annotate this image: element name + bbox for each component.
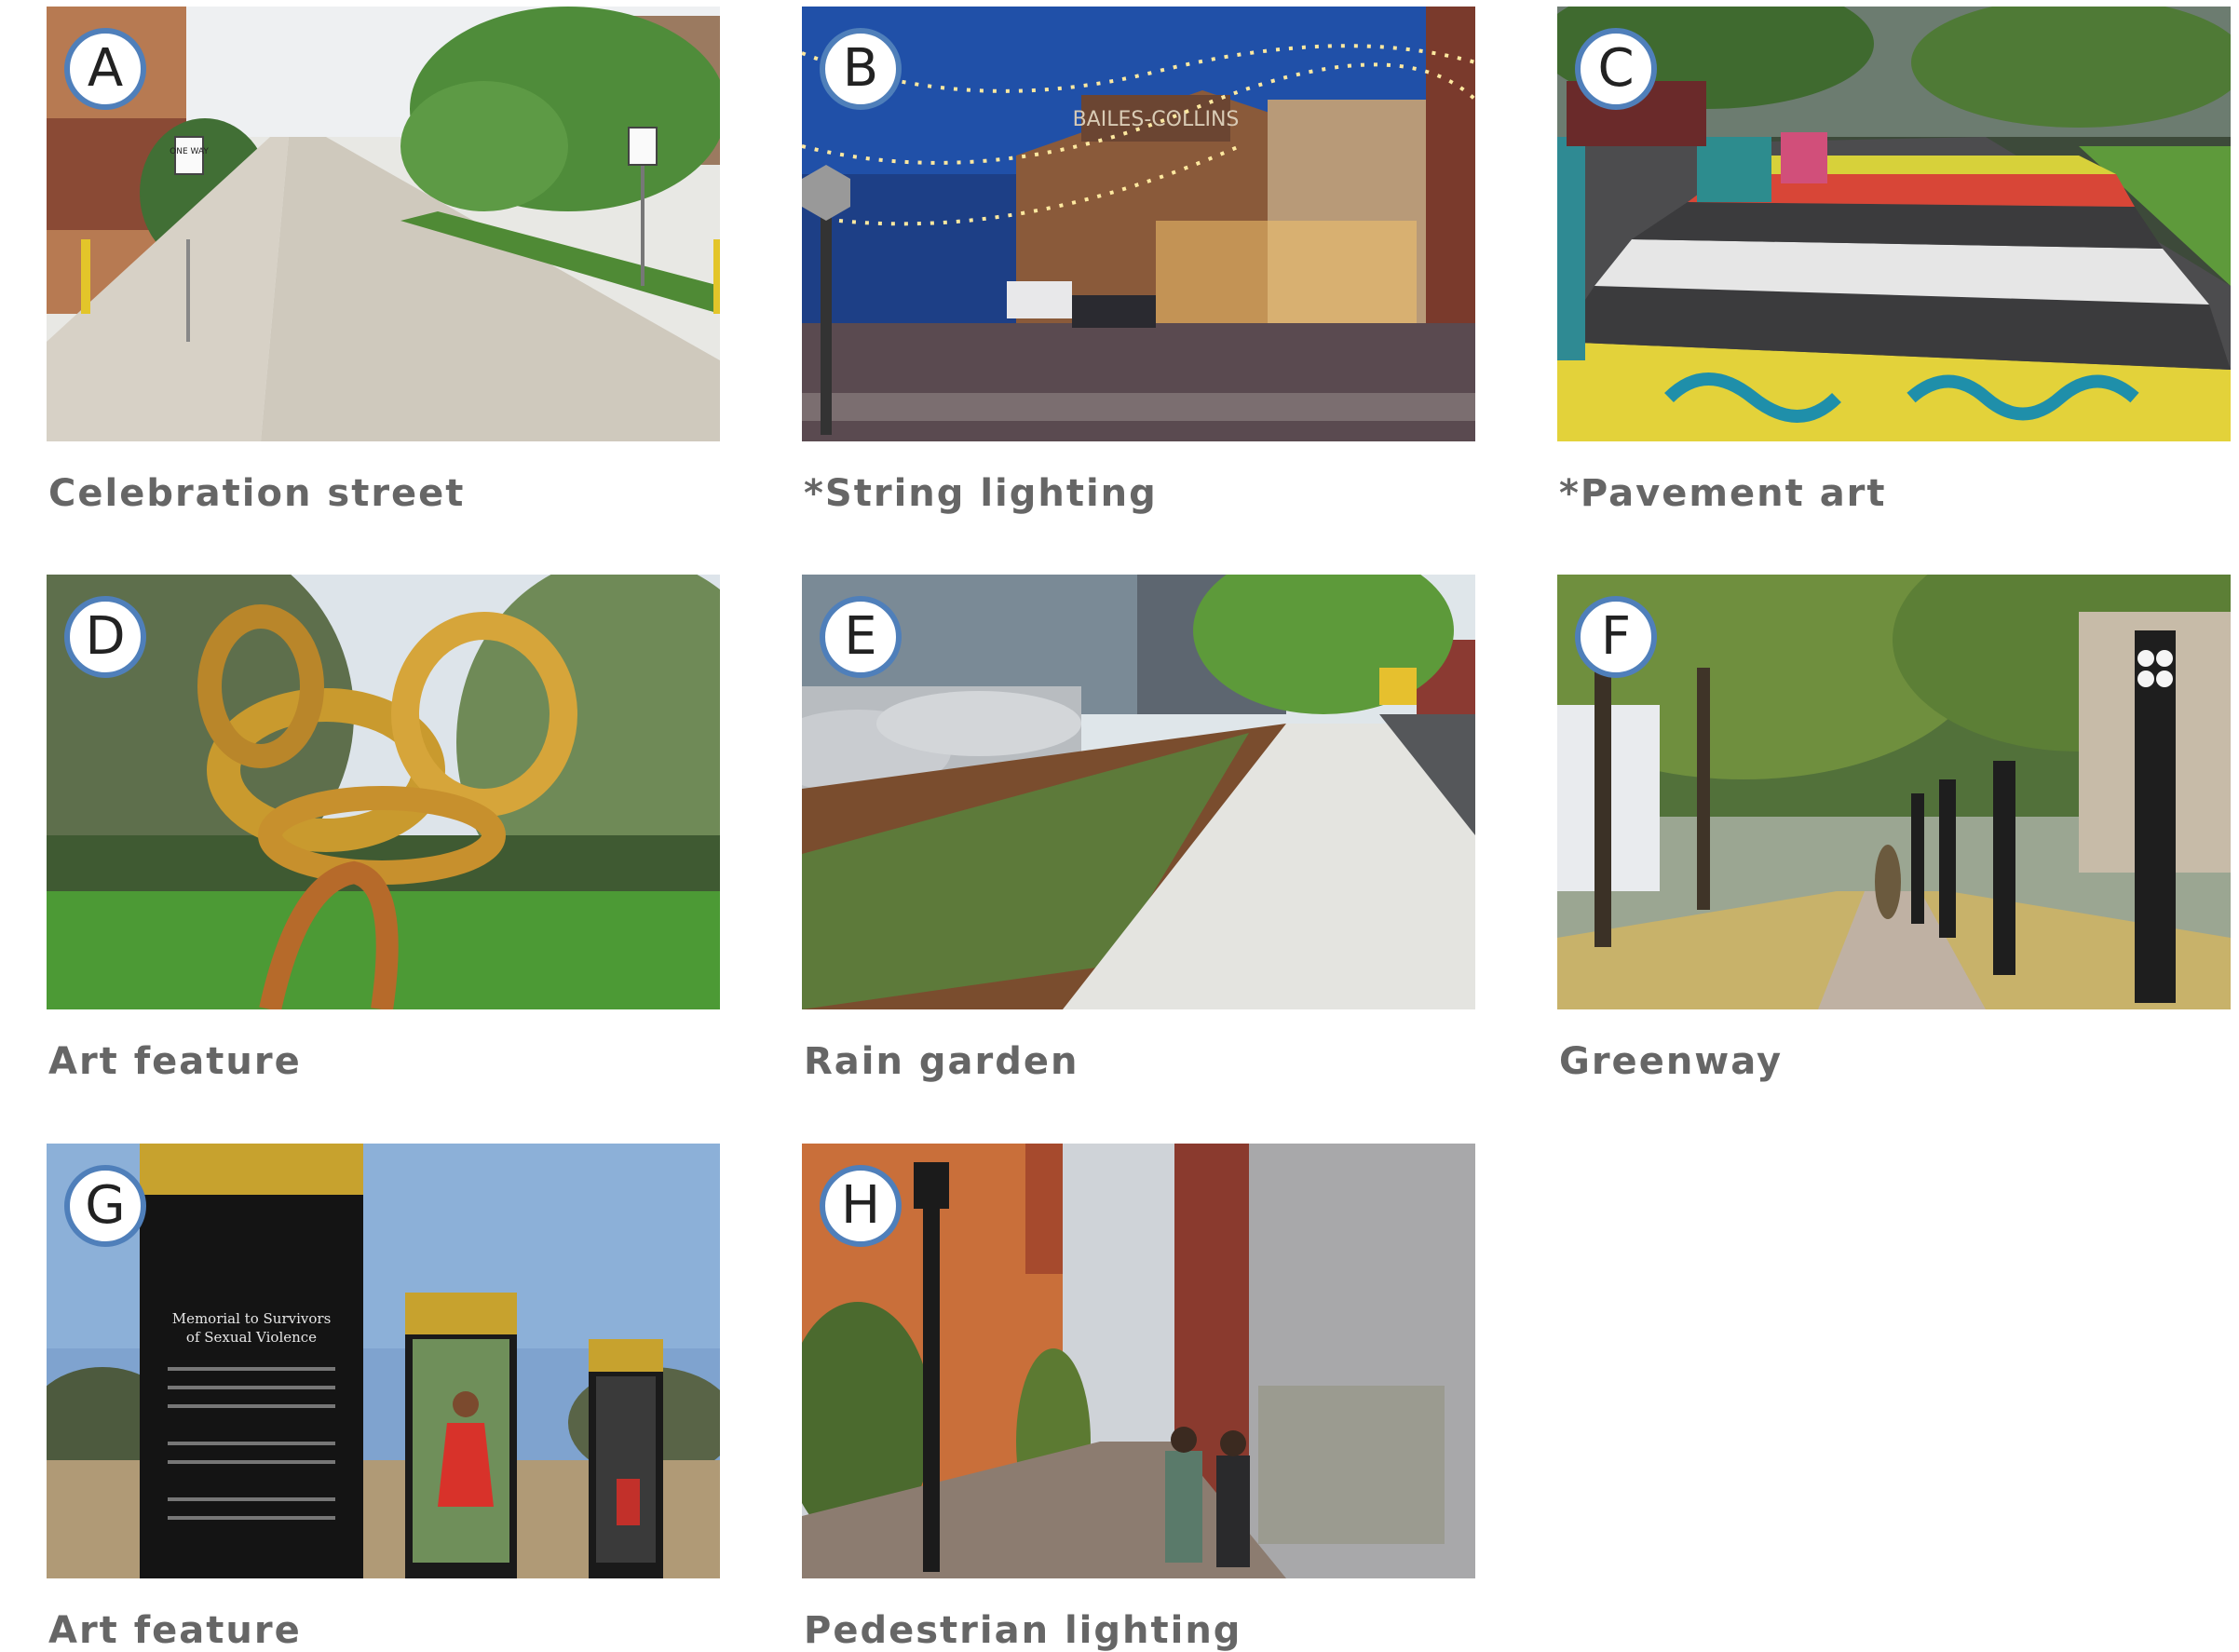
photo-label-badge: F bbox=[1575, 596, 1657, 678]
photo-caption: Celebration street bbox=[48, 472, 466, 515]
photo-label-badge: H bbox=[820, 1165, 902, 1247]
photo-card-d: D Art feature bbox=[47, 575, 720, 1083]
photo-card-c: C *Pavement art bbox=[1557, 7, 2231, 515]
photo-card-g: Memorial to Survivors of Sexual Violence… bbox=[47, 1144, 720, 1652]
memorial-title-line-1: Memorial to Survivors bbox=[172, 1310, 332, 1327]
photo-label-badge: A bbox=[64, 28, 146, 110]
photo-caption: Rain garden bbox=[804, 1040, 1079, 1083]
photo-caption: Pedestrian lighting bbox=[804, 1609, 1242, 1652]
photo-card-a: ONE WAY A Celebration street bbox=[47, 7, 720, 515]
memorial-title-line-2: of Sexual Violence bbox=[186, 1329, 317, 1346]
photo-label-badge: G bbox=[64, 1165, 146, 1247]
photo-caption: Art feature bbox=[48, 1609, 302, 1652]
photo-label-badge: B bbox=[820, 28, 902, 110]
photo-card-f: F Greenway bbox=[1557, 575, 2231, 1083]
photo-label-badge: C bbox=[1575, 28, 1657, 110]
photo-card-b: BAILES-COLLINS B *String lighting bbox=[802, 7, 1475, 515]
photo-card-e: E Rain garden bbox=[802, 575, 1475, 1083]
photo-rain-garden: E bbox=[802, 575, 1475, 1009]
photo-caption: *String lighting bbox=[804, 472, 1158, 515]
one-way-sign-text: ONE WAY bbox=[170, 147, 209, 156]
photo-string-lighting: BAILES-COLLINS B bbox=[802, 7, 1475, 441]
photo-greenway: F bbox=[1557, 575, 2231, 1009]
photo-pavement-art: C bbox=[1557, 7, 2231, 441]
building-sign-text: BAILES-COLLINS bbox=[1073, 108, 1240, 131]
photo-card-h: H Pedestrian lighting bbox=[802, 1144, 1475, 1652]
photo-art-feature-sculpture: D bbox=[47, 575, 720, 1009]
photo-caption: *Pavement art bbox=[1559, 472, 1887, 515]
photo-art-feature-memorial: Memorial to Survivors of Sexual Violence… bbox=[47, 1144, 720, 1578]
photo-caption: Art feature bbox=[48, 1040, 302, 1083]
photo-label-badge: E bbox=[820, 596, 902, 678]
photo-caption: Greenway bbox=[1559, 1040, 1784, 1083]
photo-celebration-street: ONE WAY A bbox=[47, 7, 720, 441]
photo-pedestrian-lighting: H bbox=[802, 1144, 1475, 1578]
photo-label-badge: D bbox=[64, 596, 146, 678]
